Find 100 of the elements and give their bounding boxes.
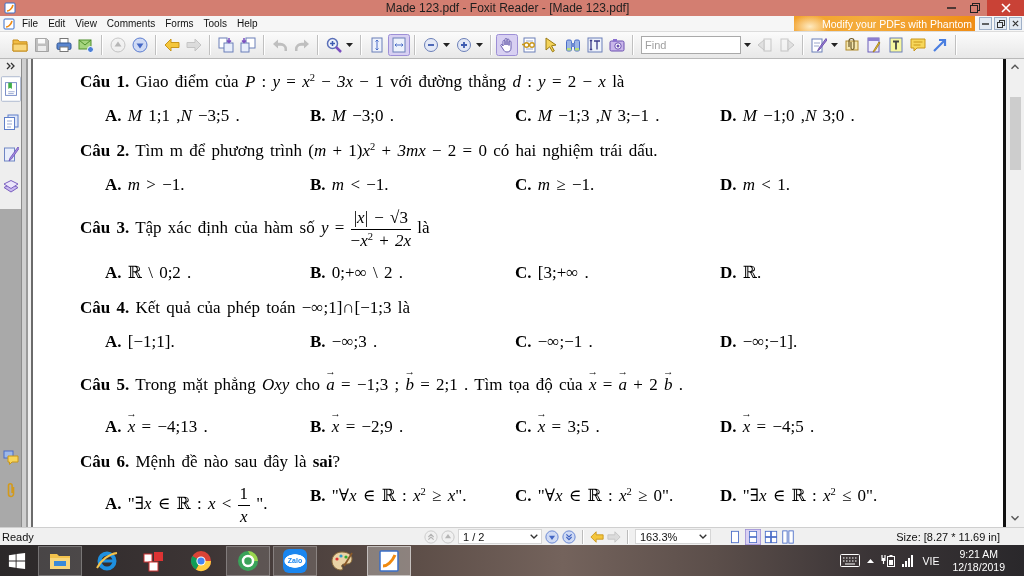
minimize-icon bbox=[946, 7, 956, 9]
menu-item[interactable]: View bbox=[70, 18, 102, 29]
answer-option: C. "∀x ∈ ℝ : x$^{2}$ ≥ 0". bbox=[515, 484, 674, 526]
pages-arrow-icon[interactable] bbox=[218, 37, 234, 53]
fit-page-icon[interactable] bbox=[369, 37, 385, 53]
letter-t-box-icon[interactable] bbox=[888, 37, 904, 53]
question-text: Câu 1. Giao điểm của P : y = x$^{2}$ − 3x − 1 với đường thẳng d : y = 2 − x là bbox=[80, 71, 625, 93]
restore-icon bbox=[970, 3, 980, 13]
window-title: Made 123.pdf - Foxit Reader - [Made 123.pdf] bbox=[384, 1, 631, 15]
answer-option: C. −∞;−1 . bbox=[515, 330, 593, 353]
pencil-document-icon[interactable] bbox=[866, 37, 882, 53]
double-chevron-icon[interactable] bbox=[6, 62, 15, 70]
page-number-field[interactable]: 1 / 2 bbox=[458, 529, 542, 544]
pages-arrow-icon[interactable] bbox=[240, 37, 256, 53]
answer-option: A. x → = −4;13 . bbox=[105, 407, 208, 438]
answer-option: B. x → = −2;9 . bbox=[310, 407, 404, 438]
menu-item[interactable]: Tools bbox=[198, 18, 232, 29]
minimize-icon bbox=[982, 22, 989, 25]
single-page-icon[interactable] bbox=[728, 529, 742, 544]
answer-option: D. x → = −4;5 . bbox=[720, 407, 815, 438]
input-language[interactable]: VIE bbox=[922, 554, 940, 567]
caret-icon[interactable] bbox=[831, 43, 838, 47]
document-minimize-button[interactable] bbox=[979, 17, 992, 30]
caret-up-icon[interactable] bbox=[866, 558, 874, 563]
answer-option: D. M −1;0 ,N 3;0 . bbox=[720, 105, 855, 127]
caret-icon[interactable] bbox=[346, 43, 353, 47]
answer-option: A. m > −1. bbox=[105, 174, 185, 196]
menu-item[interactable]: Comments bbox=[101, 18, 161, 29]
zoom-field[interactable]: 163.3% bbox=[635, 529, 711, 544]
taskbar-button[interactable] bbox=[226, 545, 270, 576]
find-field[interactable]: Find bbox=[641, 36, 741, 54]
taskbar-button[interactable] bbox=[367, 545, 411, 576]
windows-logo-icon[interactable] bbox=[8, 551, 26, 570]
chevron-down-icon bbox=[699, 534, 707, 539]
question-text: Câu 4. Kết quả của phép toán −∞;1]∩[−1;3 là bbox=[80, 296, 411, 319]
menu-item[interactable]: File bbox=[17, 18, 44, 29]
caret-up-icon[interactable] bbox=[1011, 64, 1019, 70]
page-size-text: Size: [8.27 * 11.69 in] bbox=[896, 530, 1000, 543]
restore-icon bbox=[996, 19, 1005, 28]
answer-option: A. M 1;1 ,N −3;5 . bbox=[105, 105, 240, 127]
menu-item[interactable]: Forms bbox=[160, 18, 199, 29]
answer-option: B. −∞;3 . bbox=[310, 330, 378, 353]
answer-option: D. "∃x ∈ ℝ : x$^{2}$ ≤ 0". bbox=[720, 484, 878, 526]
minus-circle-icon[interactable] bbox=[423, 37, 439, 53]
document-restore-button[interactable] bbox=[994, 17, 1007, 30]
left-arrow-icon[interactable] bbox=[164, 37, 180, 53]
continuous-pages-icon[interactable] bbox=[745, 528, 761, 545]
speech-bubble-icon[interactable] bbox=[2, 450, 19, 466]
two-column-pages-icon[interactable] bbox=[781, 529, 795, 544]
plug-battery-icon[interactable] bbox=[880, 554, 895, 567]
close-button[interactable] bbox=[987, 0, 1024, 16]
glasses-document-icon[interactable] bbox=[521, 37, 537, 53]
caret-icon[interactable] bbox=[443, 43, 450, 47]
pen-document-icon[interactable] bbox=[2, 146, 19, 162]
down-arrow-circle-icon[interactable] bbox=[545, 529, 559, 544]
signal-bars-icon[interactable] bbox=[901, 554, 913, 567]
caret-down-icon[interactable] bbox=[1011, 515, 1019, 521]
keyboard-icon[interactable] bbox=[839, 554, 860, 567]
menu-item[interactable]: Help bbox=[231, 18, 263, 29]
camera-icon[interactable] bbox=[609, 37, 625, 53]
layers-icon[interactable] bbox=[2, 178, 19, 194]
answer-option: C. m ≥ −1. bbox=[515, 174, 595, 196]
scroll-thumb[interactable] bbox=[1009, 97, 1021, 170]
question-text: Câu 6. Mệnh đề nào sau đây là sai? bbox=[80, 450, 341, 473]
fit-width-icon[interactable] bbox=[388, 34, 410, 56]
caret-icon[interactable] bbox=[476, 43, 483, 47]
answer-option: A. [−1;1]. bbox=[105, 330, 175, 353]
pdf-document-icon bbox=[4, 2, 16, 14]
answer-option: C. M −1;3 ,N 3;−1 . bbox=[515, 105, 660, 127]
ring-logo-icon bbox=[236, 548, 260, 573]
question-text: Câu 3. Tập xác định của hàm số y = |x| − √3 −x$^{2}$ + 2x là bbox=[80, 209, 430, 250]
answer-option: B. M −3;0 . bbox=[310, 105, 395, 127]
question-text: Câu 5. Trong mặt phẳng Oxy cho a → = −1;3 ; b → = 2;1 . Tìm tọa độ của x → = a → + 2 b → . bbox=[80, 365, 683, 396]
clock-time[interactable]: 9:21 AM bbox=[959, 547, 998, 561]
zoom-in-icon[interactable] bbox=[326, 37, 342, 53]
binoculars-icon[interactable] bbox=[565, 37, 581, 53]
answer-option: B. m < −1. bbox=[310, 174, 389, 196]
envelope-icon[interactable] bbox=[78, 37, 94, 53]
paperclip-note-icon[interactable] bbox=[844, 37, 860, 53]
facing-pages-icon[interactable] bbox=[764, 529, 778, 544]
pen-document-icon[interactable] bbox=[811, 37, 827, 53]
arrow-icon[interactable] bbox=[932, 37, 948, 53]
text-cursor-icon[interactable] bbox=[587, 37, 603, 53]
printer-icon[interactable] bbox=[56, 37, 72, 53]
document-close-button[interactable] bbox=[1009, 17, 1022, 30]
down-arrow-circle-icon[interactable] bbox=[132, 37, 148, 53]
hand-icon[interactable] bbox=[496, 34, 518, 56]
status-text: Ready bbox=[1, 530, 35, 543]
close-icon bbox=[1012, 20, 1019, 27]
menu-item[interactable]: Edit bbox=[43, 18, 71, 29]
answer-option: C. x → = 3;5 . bbox=[515, 407, 600, 438]
plus-circle-icon[interactable] bbox=[456, 37, 472, 53]
bookmark-page-icon[interactable] bbox=[0, 76, 21, 102]
caret-icon[interactable] bbox=[744, 43, 751, 47]
pointer-icon[interactable] bbox=[543, 37, 559, 53]
answer-option: A. ℝ \ 0;2 . bbox=[105, 261, 192, 284]
double-down-circle-icon[interactable] bbox=[562, 529, 576, 544]
clock-date[interactable]: 12/18/2019 bbox=[952, 560, 1005, 574]
taskbar-button[interactable] bbox=[38, 545, 82, 576]
pages-icon[interactable] bbox=[2, 114, 19, 130]
